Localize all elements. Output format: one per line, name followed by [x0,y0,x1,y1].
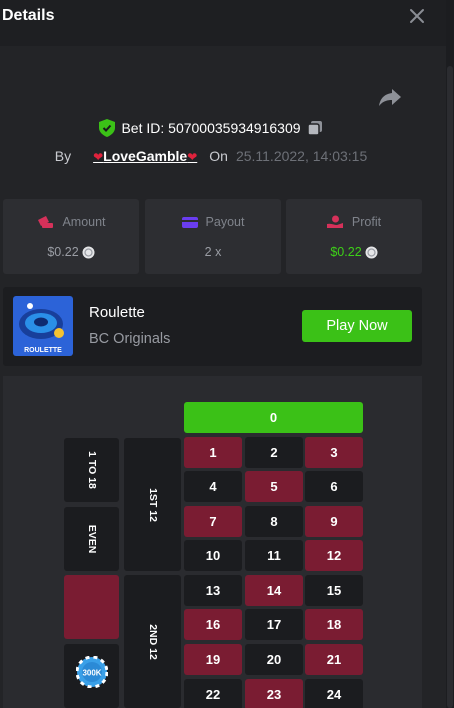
roulette-number[interactable]: 21 [305,644,363,675]
roulette-number[interactable]: 11 [245,540,303,571]
roulette-number[interactable]: 15 [305,575,363,606]
amount-value: $0.22 [47,245,79,259]
game-name: Roulette [89,304,145,321]
roulette-number[interactable]: 3 [305,437,363,468]
side-bet-low[interactable]: 1 TO 18 [64,438,119,502]
profit-card: Profit $0.22 [286,199,422,274]
coin-icon [82,246,95,258]
modal-header: Details [0,0,446,46]
side-bet-even[interactable]: EVEN [64,507,119,571]
roulette-number[interactable]: 5 [245,471,303,502]
roulette-number[interactable]: 8 [245,506,303,537]
copy-icon[interactable] [306,120,323,136]
game-card: ROULETTE Roulette BC Originals Play Now [3,287,422,366]
chip-300k-icon: 300K [76,656,108,688]
payout-value: 2 x [204,245,222,259]
chip-label: 300K [82,669,101,678]
close-icon[interactable] [406,5,428,27]
play-now-button[interactable]: Play Now [302,310,412,342]
bet-date: 25.11.2022, 14:03:15 [235,148,368,164]
roulette-number[interactable]: 6 [305,471,363,502]
roulette-number[interactable]: 20 [245,644,303,675]
coin-icon [365,246,378,258]
modal-title: Details [2,7,55,24]
thumbnail-label: ROULETTE [24,347,62,354]
roulette-number[interactable]: 7 [184,506,242,537]
by-label: By [54,148,72,164]
bet-id-row: Bet ID: 50700035934916309 [0,118,422,138]
roulette-board: 0 1 TO 18 EVEN 300K 1ST 12 2ND 12 123456… [3,376,422,708]
roulette-number[interactable]: 12 [305,540,363,571]
scrollbar-thumb[interactable] [447,66,453,708]
roulette-number[interactable]: 4 [184,471,242,502]
roulette-number[interactable]: 13 [184,575,242,606]
profit-label: Profit [351,215,382,229]
bet-id: Bet ID: 50700035934916309 [121,120,301,136]
side-bet-red[interactable] [64,575,119,639]
roulette-number[interactable]: 1 [184,437,242,468]
heart-icon: ❤ [187,150,198,164]
roulette-number[interactable]: 18 [305,609,363,640]
roulette-number[interactable]: 16 [184,609,242,640]
share-icon[interactable] [378,86,402,108]
profit-value: $0.22 [330,245,362,259]
username: LoveGamble [103,148,188,164]
roulette-zero[interactable]: 0 [184,402,363,433]
profit-icon [326,215,343,228]
roulette-number[interactable]: 23 [245,679,303,708]
payout-label: Payout [205,215,245,229]
dozen-1-label: 1ST 12 [146,487,159,522]
dozen-2-label: 2ND 12 [146,623,159,660]
roulette-number[interactable]: 17 [245,609,303,640]
payout-card: Payout 2 x [145,199,281,274]
amount-label: Amount [62,215,106,229]
game-thumbnail[interactable]: ROULETTE [13,296,73,356]
bet-amount-icon [38,216,54,228]
side-bet-even-label: EVEN [85,524,98,554]
wallet-icon [181,216,198,228]
on-label: On [209,148,228,164]
shield-check-icon [99,119,116,137]
roulette-number[interactable]: 19 [184,644,242,675]
bet-meta-row: By ❤LoveGamble❤ On 25.11.2022, 14:03:15 [0,146,422,166]
side-bet-dozen-1[interactable]: 1ST 12 [124,438,181,571]
roulette-number[interactable]: 24 [305,679,363,708]
game-provider: BC Originals [89,331,171,347]
side-bet-dozen-2[interactable]: 2ND 12 [124,575,181,708]
roulette-number[interactable]: 10 [184,540,242,571]
roulette-number[interactable]: 9 [305,506,363,537]
scrollbar[interactable] [446,0,454,708]
roulette-number[interactable]: 14 [245,575,303,606]
heart-icon: ❤ [93,150,104,164]
user-link[interactable]: ❤LoveGamble❤ [93,148,197,164]
side-bet-low-label: 1 TO 18 [85,451,98,489]
amount-card: Amount $0.22 [3,199,139,274]
side-bet-black[interactable]: 300K [64,644,119,708]
roulette-number[interactable]: 2 [245,437,303,468]
roulette-number[interactable]: 22 [184,679,242,708]
